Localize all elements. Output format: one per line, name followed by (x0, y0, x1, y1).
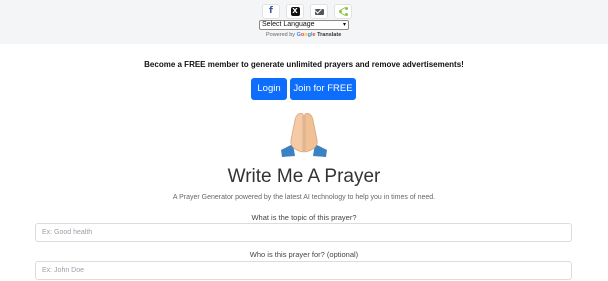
join-button[interactable]: Join for FREE (290, 78, 356, 100)
language-select-value: Select Language (262, 21, 315, 28)
page-subtitle: A Prayer Generator powered by the latest… (172, 194, 436, 201)
generic-share-button[interactable] (334, 4, 352, 19)
top-bar: f X Select Language ▾ Powered by Google … (0, 0, 608, 44)
email-share-button[interactable] (310, 4, 328, 19)
share-buttons: f X (262, 4, 352, 19)
language-select[interactable]: Select Language ▾ (259, 20, 349, 30)
x-icon: X (290, 7, 300, 16)
topic-label: What is the topic of this prayer? (251, 213, 357, 222)
facebook-share-button[interactable]: f (262, 4, 280, 19)
x-share-button[interactable]: X (286, 4, 304, 19)
topic-placeholder: Ex: Good health (42, 229, 93, 236)
facebook-icon: f (269, 6, 273, 16)
recipient-label: Who is this prayer for? (optional) (249, 250, 359, 259)
share-icon (338, 7, 348, 16)
chevron-down-icon: ▾ (342, 22, 346, 28)
promo-banner: Become a FREE member to generate unlimit… (144, 60, 464, 69)
powered-by-google-translate[interactable]: Powered by Google Translate (266, 32, 341, 38)
google-logo: Google (296, 32, 316, 38)
page-title: Write Me A Prayer (227, 166, 381, 187)
login-button[interactable]: Login (251, 78, 287, 100)
mail-icon (314, 8, 324, 15)
recipient-placeholder: Ex: John Doe (42, 267, 85, 274)
praying-hands-icon (281, 112, 327, 157)
translate-label: Translate (317, 32, 342, 38)
topic-input[interactable]: Ex: Good health (35, 223, 572, 242)
powered-by-label: Powered by (266, 32, 296, 38)
recipient-input[interactable]: Ex: John Doe (35, 261, 572, 280)
